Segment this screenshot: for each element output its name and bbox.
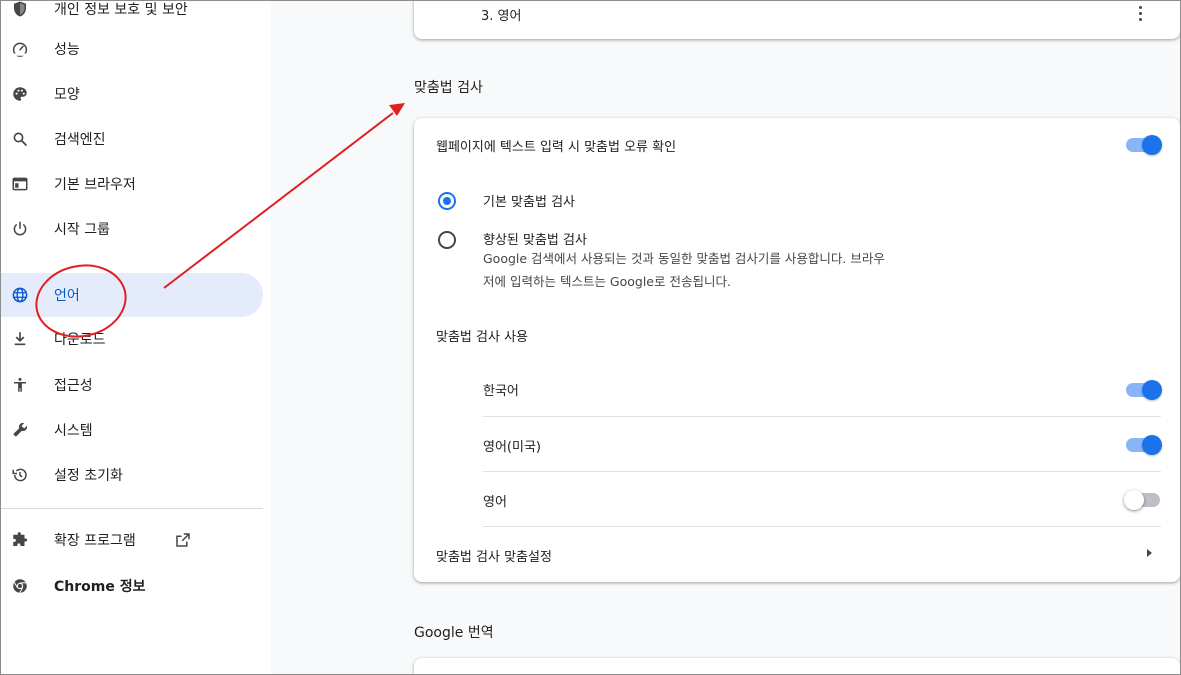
- sidebar-item-system[interactable]: 시스템: [1, 408, 263, 452]
- sidebar-item-reset[interactable]: 설정 초기화: [1, 453, 263, 497]
- sidebar-item-about-chrome[interactable]: Chrome 정보: [1, 564, 263, 608]
- spellcheck-customize-row[interactable]: 맞춤법 검사 맞춤설정: [414, 529, 1180, 579]
- row-divider: [483, 471, 1161, 472]
- spellcheck-language-label: 영어(미국): [483, 440, 541, 455]
- sidebar-item-label: 시작 그룹: [54, 222, 110, 238]
- enhanced-spellcheck-radio[interactable]: [438, 231, 456, 249]
- history-icon: [10, 465, 30, 485]
- sidebar-item-label: 다운로드: [54, 332, 106, 348]
- settings-window: 개인 정보 보호 및 보안 성능 모양 검색엔진 기본 브라우저 시작 그룹 언…: [0, 0, 1181, 675]
- translate-section-title: Google 번역: [414, 625, 494, 641]
- more-options-icon[interactable]: [1132, 3, 1148, 23]
- sidebar-item-label: 검색엔진: [54, 132, 106, 148]
- search-icon: [10, 129, 30, 149]
- download-icon: [10, 329, 30, 349]
- puzzle-icon: [10, 530, 30, 550]
- spellcheck-use-title: 맞춤법 검사 사용: [436, 330, 528, 345]
- spellcheck-language-label: 한국어: [483, 384, 519, 399]
- enhanced-spellcheck-description: 저에 입력하는 텍스트는 Google로 전송됩니다.: [483, 274, 731, 289]
- spellcheck-language-toggle[interactable]: [1126, 380, 1162, 400]
- spellcheck-section-title: 맞춤법 검사: [414, 80, 483, 96]
- translate-card: [414, 658, 1180, 674]
- row-divider: [483, 526, 1161, 527]
- sidebar-item-appearance[interactable]: 모양: [1, 72, 263, 116]
- wrench-icon: [10, 420, 30, 440]
- language-item-label: 3. 영어: [481, 9, 522, 24]
- power-icon: [10, 219, 30, 239]
- settings-main: 3. 영어 맞춤법 검사 웹페이지에 텍스트 입력 시 맞춤법 오류 확인 기본…: [271, 1, 1180, 674]
- languages-card: 3. 영어: [414, 1, 1180, 39]
- sidebar-item-on-startup[interactable]: 시작 그룹: [1, 207, 263, 251]
- sidebar-divider: [1, 508, 263, 509]
- sidebar-item-downloads[interactable]: 다운로드: [1, 317, 263, 361]
- palette-icon: [10, 84, 30, 104]
- enhanced-spellcheck-description: Google 검색에서 사용되는 것과 동일한 맞춤법 검사기를 사용합니다. …: [483, 251, 885, 266]
- chevron-right-icon: [1147, 549, 1152, 557]
- sidebar-item-default-browser[interactable]: 기본 브라우저: [1, 162, 263, 206]
- sidebar-item-languages[interactable]: 언어: [1, 273, 263, 317]
- sidebar-item-label: 기본 브라우저: [54, 177, 136, 193]
- sidebar-item-label: 성능: [54, 42, 80, 58]
- speedometer-icon: [10, 39, 30, 59]
- basic-spellcheck-radio[interactable]: [438, 192, 456, 210]
- accessibility-icon: [10, 375, 30, 395]
- sidebar-item-label: 언어: [54, 288, 80, 304]
- browser-window-icon: [10, 174, 30, 194]
- sidebar-item-accessibility[interactable]: 접근성: [1, 363, 263, 407]
- basic-spellcheck-label: 기본 맞춤법 검사: [483, 195, 575, 210]
- sidebar-item-label: 확장 프로그램: [54, 533, 136, 549]
- sidebar-item-label: 모양: [54, 87, 80, 103]
- open-in-new-icon: [173, 530, 193, 550]
- sidebar-item-label: Chrome 정보: [54, 579, 146, 595]
- shield-icon: [10, 1, 30, 19]
- chrome-logo-icon: [10, 576, 30, 596]
- spellcheck-language-toggle[interactable]: [1126, 435, 1162, 455]
- spellcheck-card: 웹페이지에 텍스트 입력 시 맞춤법 오류 확인 기본 맞춤법 검사 향상된 맞…: [414, 118, 1180, 582]
- row-divider: [483, 416, 1161, 417]
- spellcheck-customize-label: 맞춤법 검사 맞춤설정: [436, 550, 552, 565]
- spellcheck-toggle-label: 웹페이지에 텍스트 입력 시 맞춤법 오류 확인: [436, 140, 677, 155]
- sidebar-item-label: 개인 정보 보호 및 보안: [54, 2, 188, 18]
- sidebar-item-search-engine[interactable]: 검색엔진: [1, 117, 263, 161]
- spellcheck-toggle[interactable]: [1126, 135, 1162, 155]
- spellcheck-language-toggle[interactable]: [1124, 490, 1160, 510]
- settings-sidebar: 개인 정보 보호 및 보안 성능 모양 검색엔진 기본 브라우저 시작 그룹 언…: [1, 1, 271, 674]
- sidebar-item-label: 시스템: [54, 423, 93, 439]
- sidebar-item-label: 접근성: [54, 378, 93, 394]
- sidebar-item-extensions[interactable]: 확장 프로그램: [1, 518, 263, 562]
- enhanced-spellcheck-label: 향상된 맞춤법 검사: [483, 233, 587, 248]
- globe-icon: [10, 285, 30, 305]
- spellcheck-language-label: 영어: [483, 495, 507, 510]
- sidebar-item-label: 설정 초기화: [54, 468, 123, 484]
- sidebar-item-performance[interactable]: 성능: [1, 27, 263, 71]
